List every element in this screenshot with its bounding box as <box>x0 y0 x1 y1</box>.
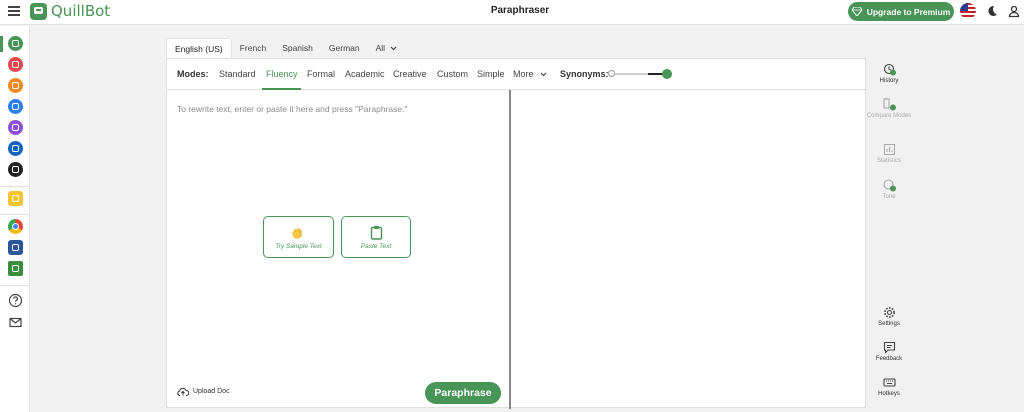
tone-label: Tone <box>882 194 896 200</box>
tone-button[interactable]: Tone <box>866 179 912 200</box>
cloud-upload-icon <box>177 387 189 396</box>
compare-modes-icon <box>882 98 896 111</box>
desktop-app-icon[interactable] <box>8 261 23 276</box>
active-mode-underline <box>262 88 301 90</box>
statistics-icon <box>883 144 895 155</box>
hotkeys-button[interactable]: Hotkeys <box>866 376 912 397</box>
plagiarism-checker-icon[interactable] <box>8 99 23 114</box>
try-sample-label: Try Sample Text <box>275 242 322 250</box>
language-tabs: English (US) French Spanish German All <box>166 38 405 58</box>
waving-hand-icon <box>292 227 303 238</box>
top-bar: QuillBot Paraphraser Upgrade to Premium <box>0 0 1024 25</box>
paraphraser-icon[interactable] <box>8 36 23 51</box>
summarizer-icon[interactable] <box>8 120 23 135</box>
tab-english-us[interactable]: English (US) <box>166 38 232 58</box>
paraphraser-card: Modes: Standard Fluency Formal Academic … <box>166 58 867 409</box>
clipboard-icon <box>370 225 382 240</box>
paste-text-label: Paste Text <box>360 242 392 250</box>
paraphrase-button[interactable]: Paraphrase <box>425 382 501 404</box>
feedback-label: Feedback <box>875 356 903 362</box>
history-icon <box>883 63 896 76</box>
tab-all-languages[interactable]: All <box>368 38 406 58</box>
mode-custom[interactable]: Custom <box>437 69 468 79</box>
keyboard-icon <box>882 378 896 387</box>
modes-label: Modes: <box>177 69 209 79</box>
ai-detector-icon[interactable] <box>8 78 23 93</box>
logo-text: QuillBot <box>51 2 111 20</box>
upgrade-premium-button[interactable]: Upgrade to Premium <box>848 2 954 21</box>
upgrade-premium-label: Upgrade to Premium <box>866 6 951 17</box>
statistics-button[interactable]: Statistics <box>866 143 912 164</box>
try-sample-text-button[interactable]: Try Sample Text <box>263 216 334 258</box>
premium-icon[interactable] <box>8 191 23 206</box>
tab-german[interactable]: German <box>321 38 368 58</box>
user-icon[interactable] <box>1007 4 1021 18</box>
active-indicator <box>0 36 3 52</box>
word-addin-icon[interactable] <box>8 240 23 255</box>
grammar-checker-icon[interactable] <box>8 57 23 72</box>
compare-modes-button[interactable]: Compare Modes <box>866 98 912 119</box>
dark-mode-icon[interactable] <box>985 4 999 18</box>
tone-icon <box>882 179 896 192</box>
diamond-icon <box>851 7 862 16</box>
tab-all-label: All <box>375 43 386 53</box>
left-rail <box>0 26 30 412</box>
synonyms-slider[interactable] <box>608 69 672 79</box>
upload-doc-label: Upload Doc <box>193 388 230 395</box>
settings-label: Settings <box>878 321 900 327</box>
gear-icon <box>883 307 895 318</box>
help-icon[interactable] <box>8 293 23 308</box>
mode-fluency[interactable]: Fluency <box>266 69 298 79</box>
right-panel: History Compare Modes Statistics Tone Se… <box>866 58 912 408</box>
settings-button[interactable]: Settings <box>866 306 912 327</box>
statistics-label: Statistics <box>876 158 901 164</box>
quillbot-logo[interactable]: QuillBot <box>30 2 110 20</box>
hotkeys-label: Hotkeys <box>878 391 900 397</box>
history-button[interactable]: History <box>866 63 912 84</box>
mode-formal[interactable]: Formal <box>307 69 335 79</box>
page-title: Paraphraser <box>490 5 550 16</box>
mode-standard[interactable]: Standard <box>219 69 256 79</box>
mode-more[interactable]: More <box>513 69 547 79</box>
tab-french[interactable]: French <box>232 38 274 58</box>
paste-text-button[interactable]: Paste Text <box>341 216 411 258</box>
feedback-icon <box>883 341 895 354</box>
input-text-area[interactable]: To rewrite text, enter or paste it here … <box>177 104 497 114</box>
upload-doc-button[interactable]: Upload Doc <box>177 387 230 396</box>
rail-divider <box>0 214 30 215</box>
mail-icon[interactable] <box>8 315 23 330</box>
chrome-extension-icon[interactable] <box>8 219 23 234</box>
history-label: History <box>879 78 899 84</box>
mode-creative[interactable]: Creative <box>393 69 427 79</box>
rail-divider <box>0 285 30 286</box>
menu-icon[interactable] <box>8 6 20 16</box>
mode-academic[interactable]: Academic <box>345 69 385 79</box>
slider-start-dot <box>608 70 615 77</box>
compare-modes-label: Compare Modes <box>866 113 912 119</box>
mode-more-label: More <box>513 69 534 79</box>
synonyms-label: Synonyms: <box>560 69 609 79</box>
quillbot-logo-icon <box>30 2 47 20</box>
chevron-down-icon <box>391 46 397 51</box>
tab-spanish[interactable]: Spanish <box>274 38 321 58</box>
citation-generator-icon[interactable] <box>8 141 23 156</box>
modes-bar: Modes: Standard Fluency Formal Academic … <box>167 59 867 90</box>
chevron-down-icon <box>540 72 547 77</box>
mode-simple[interactable]: Simple <box>477 69 505 79</box>
rail-divider <box>0 186 30 187</box>
us-flag-icon[interactable] <box>960 3 976 19</box>
slider-knob[interactable] <box>662 69 672 79</box>
editor-divider <box>509 90 511 409</box>
feedback-button[interactable]: Feedback <box>866 341 912 362</box>
translator-icon[interactable] <box>8 162 23 177</box>
